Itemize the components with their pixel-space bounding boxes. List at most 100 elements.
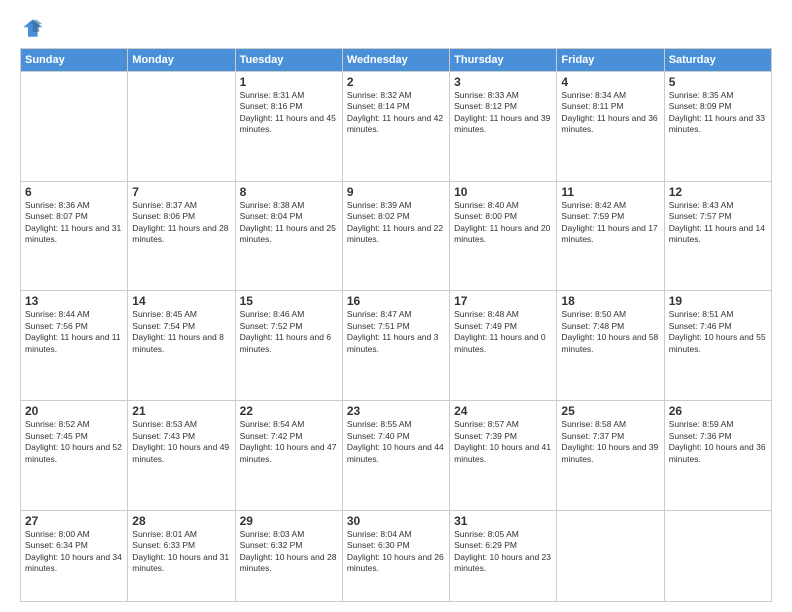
weekday-row: SundayMondayTuesdayWednesdayThursdayFrid… xyxy=(21,49,772,72)
day-info: Sunrise: 8:59 AM Sunset: 7:36 PM Dayligh… xyxy=(669,419,767,465)
day-number: 27 xyxy=(25,514,123,528)
day-number: 18 xyxy=(561,294,659,308)
week-row-5: 27Sunrise: 8:00 AM Sunset: 6:34 PM Dayli… xyxy=(21,510,772,601)
calendar-cell: 16Sunrise: 8:47 AM Sunset: 7:51 PM Dayli… xyxy=(342,291,449,401)
calendar-cell: 27Sunrise: 8:00 AM Sunset: 6:34 PM Dayli… xyxy=(21,510,128,601)
day-number: 31 xyxy=(454,514,552,528)
page: SundayMondayTuesdayWednesdayThursdayFrid… xyxy=(0,0,792,612)
day-info: Sunrise: 8:43 AM Sunset: 7:57 PM Dayligh… xyxy=(669,200,767,246)
calendar-cell: 14Sunrise: 8:45 AM Sunset: 7:54 PM Dayli… xyxy=(128,291,235,401)
day-number: 23 xyxy=(347,404,445,418)
calendar-cell: 8Sunrise: 8:38 AM Sunset: 8:04 PM Daylig… xyxy=(235,181,342,291)
calendar-cell: 21Sunrise: 8:53 AM Sunset: 7:43 PM Dayli… xyxy=(128,401,235,511)
day-number: 17 xyxy=(454,294,552,308)
logo xyxy=(20,16,48,40)
day-info: Sunrise: 8:45 AM Sunset: 7:54 PM Dayligh… xyxy=(132,309,230,355)
calendar-cell: 15Sunrise: 8:46 AM Sunset: 7:52 PM Dayli… xyxy=(235,291,342,401)
day-info: Sunrise: 8:36 AM Sunset: 8:07 PM Dayligh… xyxy=(25,200,123,246)
calendar-cell: 1Sunrise: 8:31 AM Sunset: 8:16 PM Daylig… xyxy=(235,72,342,182)
calendar-cell: 7Sunrise: 8:37 AM Sunset: 8:06 PM Daylig… xyxy=(128,181,235,291)
day-info: Sunrise: 8:00 AM Sunset: 6:34 PM Dayligh… xyxy=(25,529,123,575)
calendar-cell xyxy=(664,510,771,601)
day-number: 30 xyxy=(347,514,445,528)
header xyxy=(20,16,772,40)
day-info: Sunrise: 8:42 AM Sunset: 7:59 PM Dayligh… xyxy=(561,200,659,246)
day-number: 6 xyxy=(25,185,123,199)
day-info: Sunrise: 8:35 AM Sunset: 8:09 PM Dayligh… xyxy=(669,90,767,136)
day-info: Sunrise: 8:38 AM Sunset: 8:04 PM Dayligh… xyxy=(240,200,338,246)
day-number: 5 xyxy=(669,75,767,89)
day-number: 8 xyxy=(240,185,338,199)
calendar-cell: 28Sunrise: 8:01 AM Sunset: 6:33 PM Dayli… xyxy=(128,510,235,601)
day-info: Sunrise: 8:04 AM Sunset: 6:30 PM Dayligh… xyxy=(347,529,445,575)
day-info: Sunrise: 8:44 AM Sunset: 7:56 PM Dayligh… xyxy=(25,309,123,355)
day-info: Sunrise: 8:37 AM Sunset: 8:06 PM Dayligh… xyxy=(132,200,230,246)
calendar-cell: 6Sunrise: 8:36 AM Sunset: 8:07 PM Daylig… xyxy=(21,181,128,291)
calendar-cell xyxy=(21,72,128,182)
logo-icon xyxy=(20,16,44,40)
week-row-1: 1Sunrise: 8:31 AM Sunset: 8:16 PM Daylig… xyxy=(21,72,772,182)
day-info: Sunrise: 8:50 AM Sunset: 7:48 PM Dayligh… xyxy=(561,309,659,355)
day-info: Sunrise: 8:31 AM Sunset: 8:16 PM Dayligh… xyxy=(240,90,338,136)
day-number: 20 xyxy=(25,404,123,418)
day-number: 10 xyxy=(454,185,552,199)
calendar-cell: 12Sunrise: 8:43 AM Sunset: 7:57 PM Dayli… xyxy=(664,181,771,291)
day-number: 3 xyxy=(454,75,552,89)
weekday-header-thursday: Thursday xyxy=(450,49,557,72)
day-number: 11 xyxy=(561,185,659,199)
day-number: 25 xyxy=(561,404,659,418)
day-number: 7 xyxy=(132,185,230,199)
day-number: 15 xyxy=(240,294,338,308)
calendar-cell xyxy=(557,510,664,601)
day-info: Sunrise: 8:34 AM Sunset: 8:11 PM Dayligh… xyxy=(561,90,659,136)
calendar-cell: 31Sunrise: 8:05 AM Sunset: 6:29 PM Dayli… xyxy=(450,510,557,601)
day-info: Sunrise: 8:52 AM Sunset: 7:45 PM Dayligh… xyxy=(25,419,123,465)
day-info: Sunrise: 8:40 AM Sunset: 8:00 PM Dayligh… xyxy=(454,200,552,246)
day-number: 22 xyxy=(240,404,338,418)
day-number: 21 xyxy=(132,404,230,418)
weekday-header-sunday: Sunday xyxy=(21,49,128,72)
weekday-header-tuesday: Tuesday xyxy=(235,49,342,72)
calendar-cell: 9Sunrise: 8:39 AM Sunset: 8:02 PM Daylig… xyxy=(342,181,449,291)
day-info: Sunrise: 8:39 AM Sunset: 8:02 PM Dayligh… xyxy=(347,200,445,246)
calendar: SundayMondayTuesdayWednesdayThursdayFrid… xyxy=(20,48,772,602)
calendar-cell: 30Sunrise: 8:04 AM Sunset: 6:30 PM Dayli… xyxy=(342,510,449,601)
day-info: Sunrise: 8:54 AM Sunset: 7:42 PM Dayligh… xyxy=(240,419,338,465)
calendar-cell: 2Sunrise: 8:32 AM Sunset: 8:14 PM Daylig… xyxy=(342,72,449,182)
weekday-header-wednesday: Wednesday xyxy=(342,49,449,72)
day-number: 12 xyxy=(669,185,767,199)
day-number: 19 xyxy=(669,294,767,308)
calendar-cell: 29Sunrise: 8:03 AM Sunset: 6:32 PM Dayli… xyxy=(235,510,342,601)
day-number: 26 xyxy=(669,404,767,418)
calendar-cell: 20Sunrise: 8:52 AM Sunset: 7:45 PM Dayli… xyxy=(21,401,128,511)
calendar-cell: 18Sunrise: 8:50 AM Sunset: 7:48 PM Dayli… xyxy=(557,291,664,401)
day-number: 14 xyxy=(132,294,230,308)
day-number: 29 xyxy=(240,514,338,528)
day-info: Sunrise: 8:57 AM Sunset: 7:39 PM Dayligh… xyxy=(454,419,552,465)
calendar-cell: 22Sunrise: 8:54 AM Sunset: 7:42 PM Dayli… xyxy=(235,401,342,511)
day-number: 2 xyxy=(347,75,445,89)
calendar-cell: 25Sunrise: 8:58 AM Sunset: 7:37 PM Dayli… xyxy=(557,401,664,511)
day-info: Sunrise: 8:51 AM Sunset: 7:46 PM Dayligh… xyxy=(669,309,767,355)
calendar-cell xyxy=(128,72,235,182)
day-info: Sunrise: 8:58 AM Sunset: 7:37 PM Dayligh… xyxy=(561,419,659,465)
day-number: 28 xyxy=(132,514,230,528)
day-number: 24 xyxy=(454,404,552,418)
calendar-header: SundayMondayTuesdayWednesdayThursdayFrid… xyxy=(21,49,772,72)
day-number: 4 xyxy=(561,75,659,89)
day-info: Sunrise: 8:01 AM Sunset: 6:33 PM Dayligh… xyxy=(132,529,230,575)
calendar-cell: 5Sunrise: 8:35 AM Sunset: 8:09 PM Daylig… xyxy=(664,72,771,182)
day-number: 9 xyxy=(347,185,445,199)
day-info: Sunrise: 8:53 AM Sunset: 7:43 PM Dayligh… xyxy=(132,419,230,465)
calendar-cell: 10Sunrise: 8:40 AM Sunset: 8:00 PM Dayli… xyxy=(450,181,557,291)
calendar-cell: 26Sunrise: 8:59 AM Sunset: 7:36 PM Dayli… xyxy=(664,401,771,511)
calendar-cell: 13Sunrise: 8:44 AM Sunset: 7:56 PM Dayli… xyxy=(21,291,128,401)
day-info: Sunrise: 8:46 AM Sunset: 7:52 PM Dayligh… xyxy=(240,309,338,355)
calendar-cell: 23Sunrise: 8:55 AM Sunset: 7:40 PM Dayli… xyxy=(342,401,449,511)
day-number: 1 xyxy=(240,75,338,89)
calendar-cell: 17Sunrise: 8:48 AM Sunset: 7:49 PM Dayli… xyxy=(450,291,557,401)
day-info: Sunrise: 8:33 AM Sunset: 8:12 PM Dayligh… xyxy=(454,90,552,136)
calendar-cell: 24Sunrise: 8:57 AM Sunset: 7:39 PM Dayli… xyxy=(450,401,557,511)
calendar-cell: 4Sunrise: 8:34 AM Sunset: 8:11 PM Daylig… xyxy=(557,72,664,182)
calendar-cell: 19Sunrise: 8:51 AM Sunset: 7:46 PM Dayli… xyxy=(664,291,771,401)
